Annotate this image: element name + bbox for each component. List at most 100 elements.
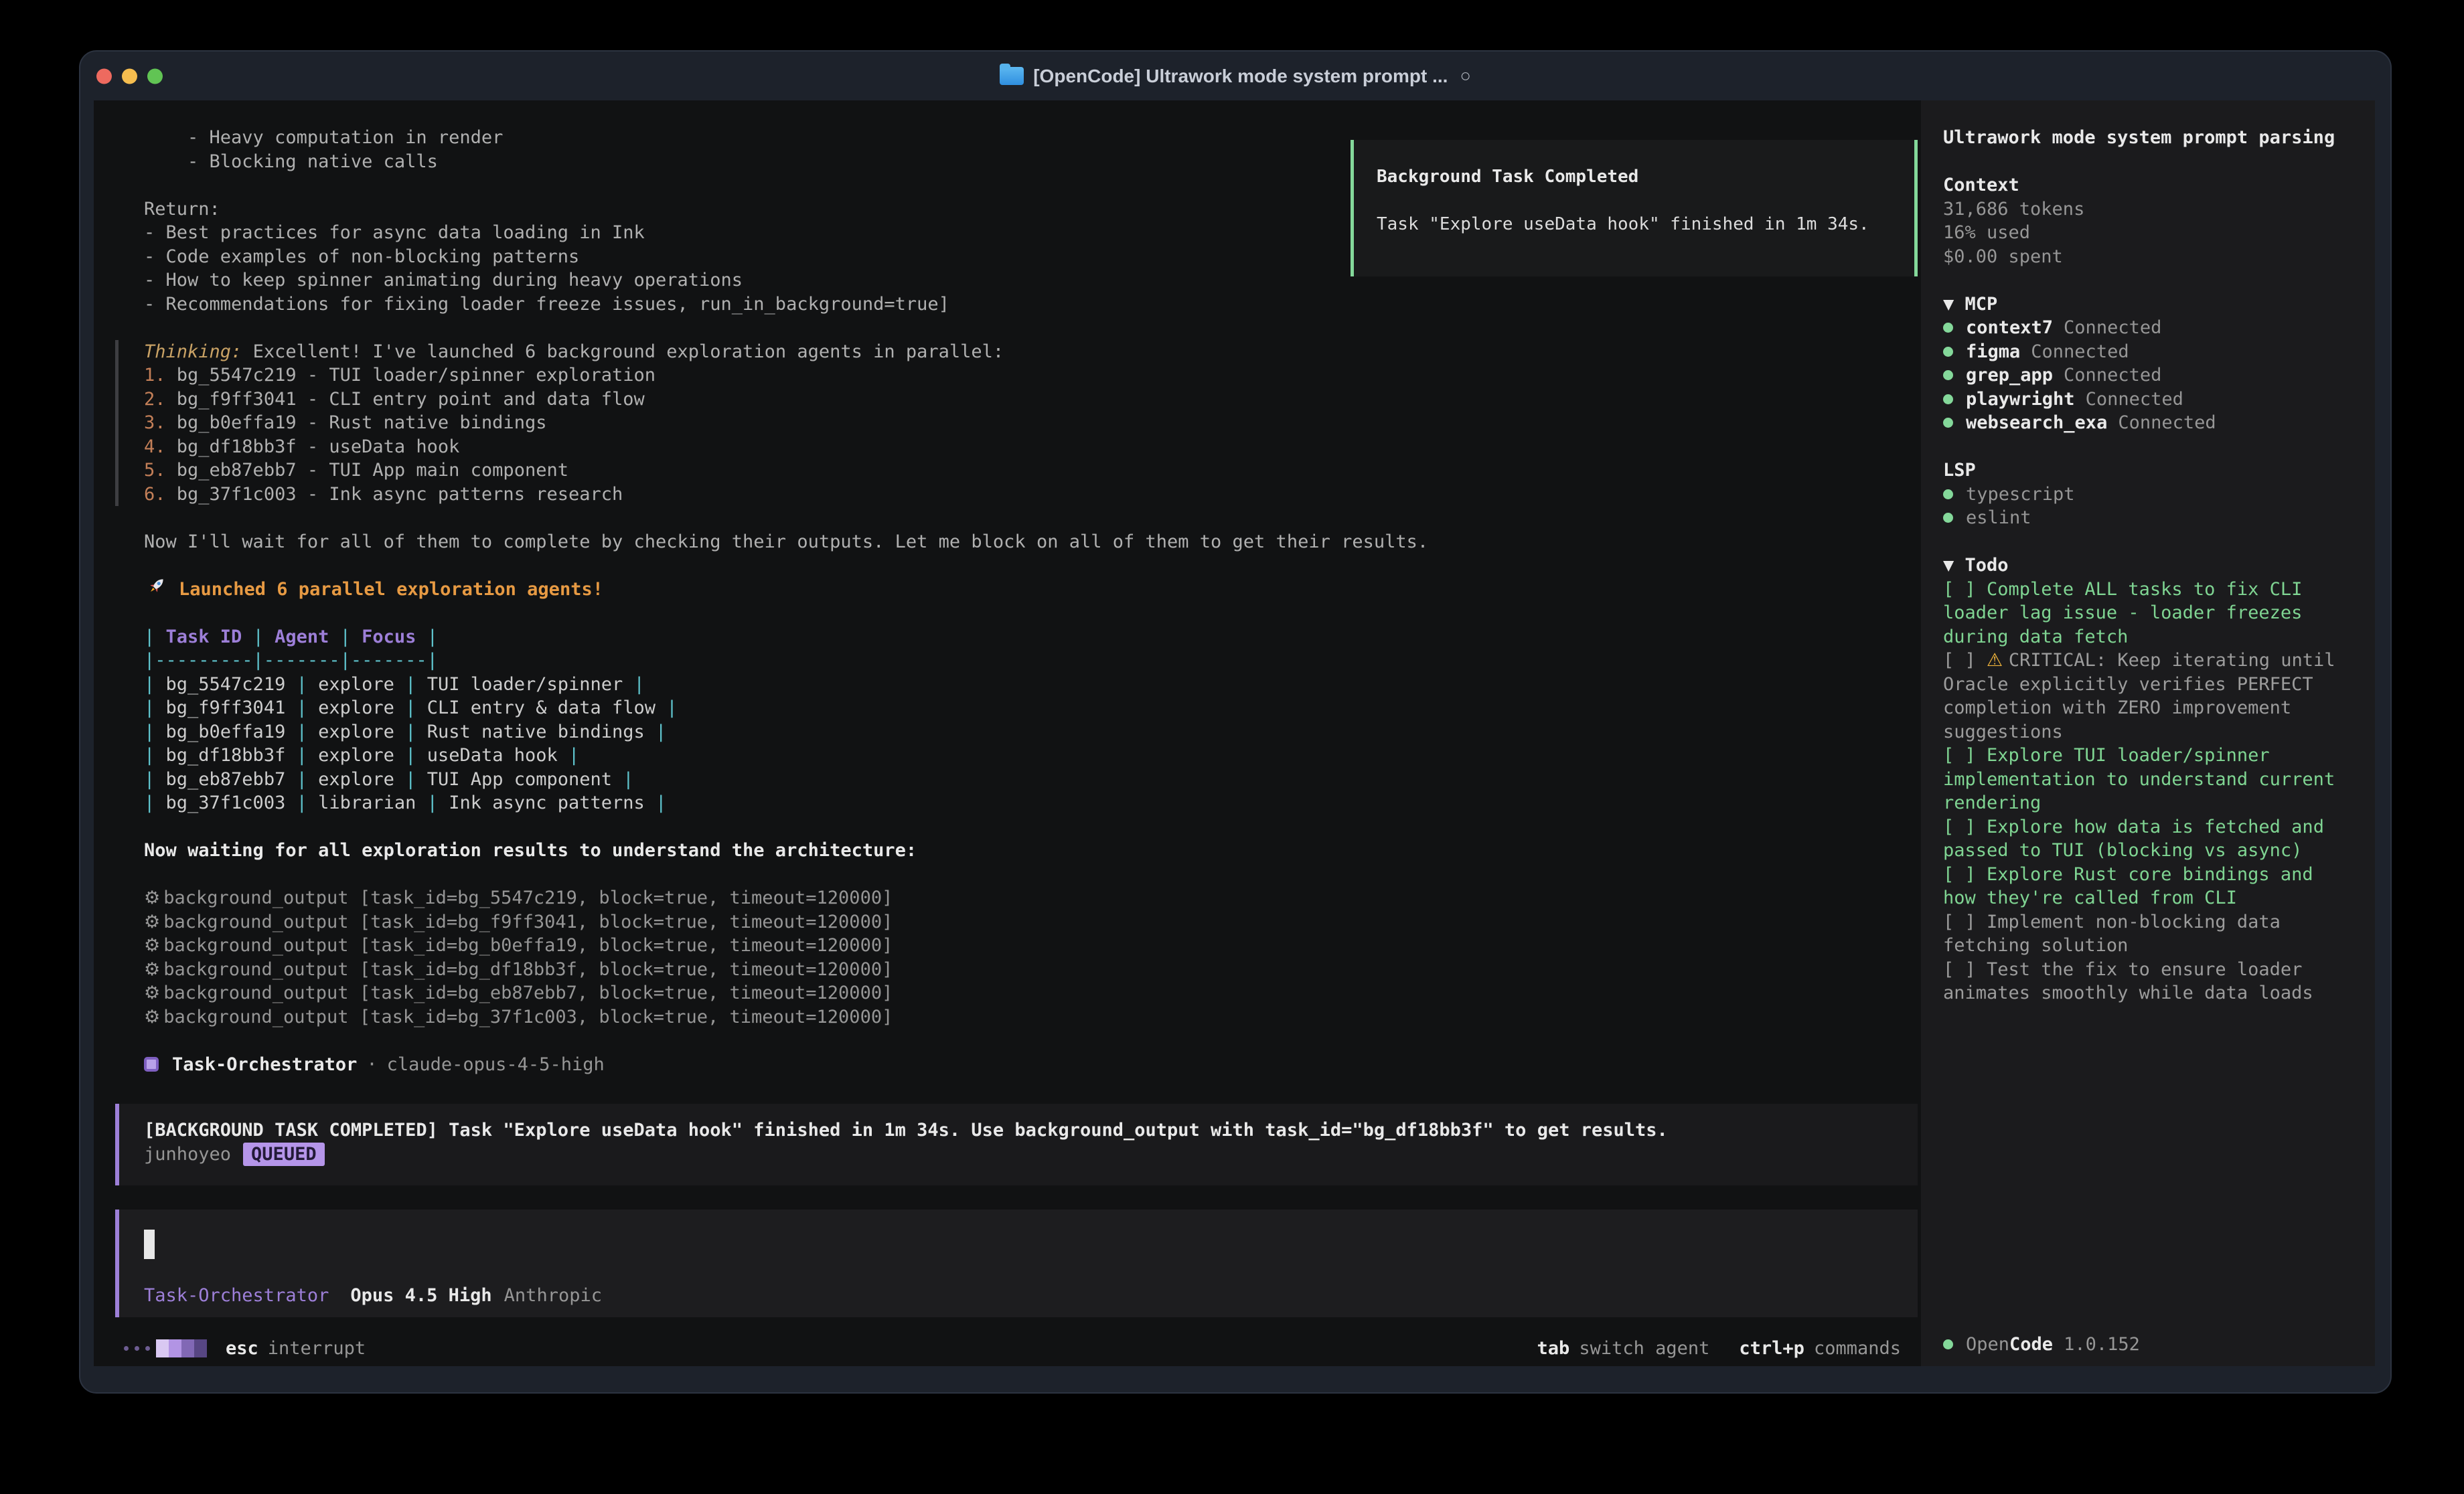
agent-list-item: 1. bg_5547c219 - TUI loader/spinner expl… xyxy=(144,363,1921,388)
gear-icon: ⚙ xyxy=(144,983,160,1003)
status-dot-icon xyxy=(1943,489,1953,499)
agent-list-item: 3. bg_b0effa19 - Rust native bindings xyxy=(144,411,1921,435)
mcp-name: context7 xyxy=(1966,316,2053,340)
table-row: | bg_eb87ebb7 | explore | TUI App compon… xyxy=(144,768,1921,792)
input-agent-line: Task-Orchestrator Opus 4.5 High Anthropi… xyxy=(144,1285,1918,1306)
mcp-name: grep_app xyxy=(1966,363,2053,388)
mcp-name: playwright xyxy=(1966,388,2075,412)
collapse-triangle-icon[interactable]: ▼ xyxy=(1943,555,1965,576)
todo-text: Explore TUI loader/spinner implementatio… xyxy=(1943,745,2335,813)
agent-table: | Task ID | Agent | Focus ||---------|--… xyxy=(144,625,1921,815)
prompt-input[interactable]: Task-Orchestrator Opus 4.5 High Anthropi… xyxy=(115,1210,1918,1317)
tool-call-line: ⚙background_output [task_id=bg_eb87ebb7,… xyxy=(144,981,1921,1005)
thinking-line: Thinking: Excellent! I've launched 6 bac… xyxy=(144,340,1921,364)
todo-checkbox: [ ] xyxy=(1943,817,1987,837)
table-row: | bg_b0effa19 | explore | Rust native bi… xyxy=(144,720,1921,744)
todo-text: Explore how data is fetched and passed t… xyxy=(1943,817,2324,861)
sidebar: Ultrawork mode system prompt parsing Con… xyxy=(1921,100,2375,1366)
mcp-status: Connected xyxy=(2086,388,2183,412)
agent-list-item: 2. bg_f9ff3041 - CLI entry point and dat… xyxy=(144,388,1921,412)
spinner-icon xyxy=(124,1339,207,1357)
tool-call-text: background_output [task_id=bg_37f1c003, … xyxy=(163,1007,893,1027)
ctrlp-key-desc: commands xyxy=(1814,1338,1901,1359)
tool-call-line: ⚙background_output [task_id=bg_df18bb3f,… xyxy=(144,958,1921,982)
gear-icon: ⚙ xyxy=(144,959,160,980)
todo-section-header[interactable]: ▼ Todo xyxy=(1943,554,2355,578)
mcp-name: websearch_exa xyxy=(1966,411,2107,435)
terminal-main-pane[interactable]: - Heavy computation in render - Blocking… xyxy=(94,100,1921,1366)
todo-text: Complete ALL tasks to fix CLI loader lag… xyxy=(1943,579,2302,647)
lsp-name: typescript xyxy=(1966,483,2075,507)
rocket-icon xyxy=(144,574,168,605)
agent-list-item: 4. bg_df18bb3f - useData hook xyxy=(144,435,1921,459)
todo-item: [ ] Explore Rust core bindings and how t… xyxy=(1943,863,2355,910)
close-button[interactable] xyxy=(96,68,112,84)
mcp-name: figma xyxy=(1966,340,2020,364)
version-footer: Open Code 1.0.152 xyxy=(1943,1334,2140,1355)
table-row: | bg_37f1c003 | librarian | Ink async pa… xyxy=(144,791,1921,815)
notification-title: Background Task Completed xyxy=(1377,165,1914,189)
table-row: | bg_f9ff3041 | explore | CLI entry & da… xyxy=(144,696,1921,720)
tool-call-text: background_output [task_id=bg_f9ff3041, … xyxy=(163,912,893,932)
todo-item: [ ] Implement non-blocking data fetching… xyxy=(1943,910,2355,958)
context-stat: 16% used xyxy=(1943,221,2355,245)
window-title: [OpenCode] Ultrawork mode system prompt … xyxy=(1000,66,1471,87)
mcp-item: grep_appConnected xyxy=(1943,363,2355,388)
mcp-status: Connected xyxy=(2064,316,2161,340)
mcp-list: context7ConnectedfigmaConnectedgrep_appC… xyxy=(1943,316,2355,435)
completed-message-meta: junhoyeo QUEUED xyxy=(144,1143,1918,1167)
tool-call-line: ⚙background_output [task_id=bg_37f1c003,… xyxy=(144,1005,1921,1029)
tool-call-line: ⚙background_output [task_id=bg_b0effa19,… xyxy=(144,934,1921,958)
gear-icon: ⚙ xyxy=(144,888,160,908)
brand-code: Code xyxy=(2009,1334,2053,1355)
window-content: - Heavy computation in render - Blocking… xyxy=(94,100,2375,1366)
table-row: | bg_5547c219 | explore | TUI loader/spi… xyxy=(144,673,1921,697)
titlebar[interactable]: [OpenCode] Ultrawork mode system prompt … xyxy=(80,52,2390,100)
tool-call-list: ⚙background_output [task_id=bg_5547c219,… xyxy=(144,886,1921,1029)
orchestrator-line: Task-Orchestrator · claude-opus-4-5-high xyxy=(144,1053,1921,1077)
tool-call-text: background_output [task_id=bg_df18bb3f, … xyxy=(163,959,893,980)
notification-body: Task "Explore useData hook" finished in … xyxy=(1377,213,1914,237)
mcp-item: figmaConnected xyxy=(1943,340,2355,364)
model-name[interactable]: Opus 4.5 High xyxy=(350,1285,491,1306)
mcp-heading: MCP xyxy=(1965,294,1998,315)
todo-checkbox: [ ] xyxy=(1943,864,1987,885)
agent-name[interactable]: Task-Orchestrator xyxy=(144,1285,329,1306)
waiting-heading: Now waiting for all exploration results … xyxy=(144,839,1921,863)
todo-checkbox: [ ] xyxy=(1943,650,1987,671)
status-right: tab switch agent ctrl+p commands xyxy=(1537,1338,1901,1359)
agent-list-item: 5. bg_eb87ebb7 - TUI App main component xyxy=(144,459,1921,483)
separator-dot: · xyxy=(366,1053,377,1077)
lsp-list: typescripteslint xyxy=(1943,483,2355,530)
orchestrator-name: Task-Orchestrator xyxy=(172,1053,357,1077)
thinking-label: Thinking: xyxy=(144,341,242,362)
launch-banner: Launched 6 parallel exploration agents! xyxy=(144,578,1921,602)
zoom-button[interactable] xyxy=(147,68,163,84)
table-separator-row: |---------|-------|-------| xyxy=(144,649,1921,673)
mcp-section-header[interactable]: ▼ MCP xyxy=(1943,293,2355,317)
table-row: | bg_df18bb3f | explore | useData hook | xyxy=(144,744,1921,768)
context-stat: 31,686 tokens xyxy=(1943,197,2355,222)
agent-list-item: 6. bg_37f1c003 - Ink async patterns rese… xyxy=(144,483,1921,507)
context-stat: $0.00 spent xyxy=(1943,245,2355,269)
transcript[interactable]: - Heavy computation in render - Blocking… xyxy=(94,100,1921,1331)
status-dot-icon xyxy=(1943,1339,1953,1349)
lsp-item: typescript xyxy=(1943,483,2355,507)
collapse-triangle-icon[interactable]: ▼ xyxy=(1943,294,1965,315)
todo-item: [ ] Explore how data is fetched and pass… xyxy=(1943,815,2355,863)
username: junhoyeo xyxy=(144,1143,231,1167)
wait-text: Now I'll wait for all of them to complet… xyxy=(144,530,1921,554)
esc-key-desc: interrupt xyxy=(268,1338,366,1359)
tab-key-hint: tab xyxy=(1537,1338,1570,1359)
todo-item: [ ] ⚠ CRITICAL: Keep iterating until Ora… xyxy=(1943,649,2355,744)
status-dot-icon xyxy=(1943,394,1953,404)
mcp-item: playwright Connected xyxy=(1943,388,2355,412)
mcp-item: context7 Connected xyxy=(1943,316,2355,340)
tool-call-text: background_output [task_id=bg_eb87ebb7, … xyxy=(163,983,893,1003)
minimize-button[interactable] xyxy=(122,68,137,84)
lsp-item: eslint xyxy=(1943,506,2355,530)
todo-item: [ ] Complete ALL tasks to fix CLI loader… xyxy=(1943,578,2355,649)
gear-icon: ⚙ xyxy=(144,912,160,932)
queued-badge: QUEUED xyxy=(243,1143,325,1167)
todo-item: [ ] Explore TUI loader/spinner implement… xyxy=(1943,744,2355,815)
